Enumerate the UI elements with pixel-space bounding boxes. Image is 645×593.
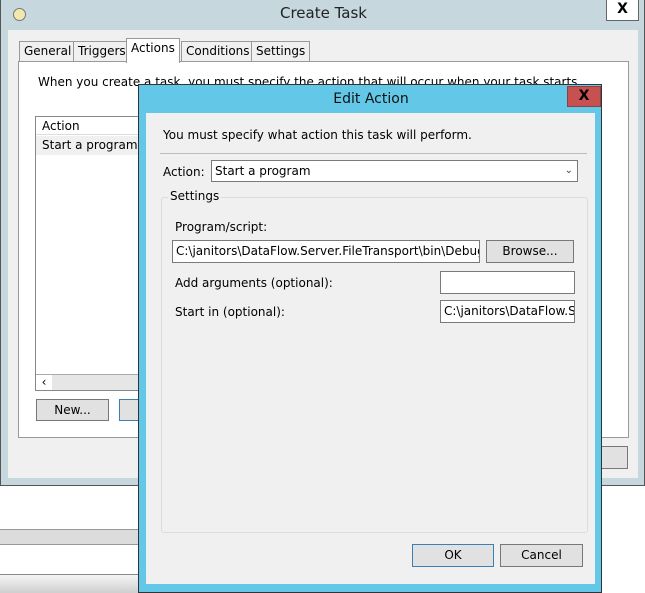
chevron-down-icon: ⌄ [564, 165, 573, 176]
new-button[interactable]: New... [36, 399, 109, 421]
tab-settings[interactable]: Settings [251, 41, 311, 62]
action-label: Action: [163, 165, 205, 179]
dialog-client: You must specify what action this task w… [146, 113, 595, 584]
close-button[interactable]: X [606, 0, 639, 21]
settings-group-label: Settings [168, 189, 222, 203]
browse-button[interactable]: Browse... [486, 240, 574, 263]
background-toolbar [0, 529, 140, 545]
arguments-label: Add arguments (optional): [175, 276, 333, 290]
background-bar [0, 574, 140, 593]
start-in-input[interactable]: C:\janitors\DataFlow.Ser [440, 300, 575, 323]
ok-button[interactable]: OK [412, 544, 494, 567]
start-in-label: Start in (optional): [175, 305, 285, 319]
program-label: Program/script: [175, 220, 268, 234]
close-button[interactable]: X [567, 86, 601, 107]
tab-actions[interactable]: Actions [126, 38, 180, 63]
program-input[interactable]: C:\janitors\DataFlow.Server.FileTranspor… [172, 240, 480, 263]
action-select-value: Start a program [215, 164, 311, 178]
separator [160, 153, 587, 154]
window-title: Create Task [280, 4, 367, 22]
column-header-action[interactable]: Action [36, 117, 154, 135]
action-select[interactable]: Start a program ⌄ [211, 160, 578, 182]
cancel-button[interactable]: Cancel [500, 544, 583, 567]
scroll-left-icon[interactable]: ‹ [36, 375, 52, 390]
instruction-text: You must specify what action this task w… [163, 128, 472, 142]
dialog-title: Edit Action [333, 91, 409, 107]
edit-action-dialog: Edit Action X You must specify what acti… [138, 84, 602, 593]
list-item[interactable]: Start a program [36, 136, 154, 155]
tab-conditions[interactable]: Conditions [181, 41, 255, 62]
horizontal-scrollbar[interactable]: ‹ [36, 374, 154, 390]
tab-general[interactable]: General [19, 41, 77, 62]
actions-list[interactable]: Action Start a program ‹ [35, 116, 155, 391]
arguments-input[interactable] [440, 271, 575, 294]
tab-triggers[interactable]: Triggers [73, 41, 131, 62]
